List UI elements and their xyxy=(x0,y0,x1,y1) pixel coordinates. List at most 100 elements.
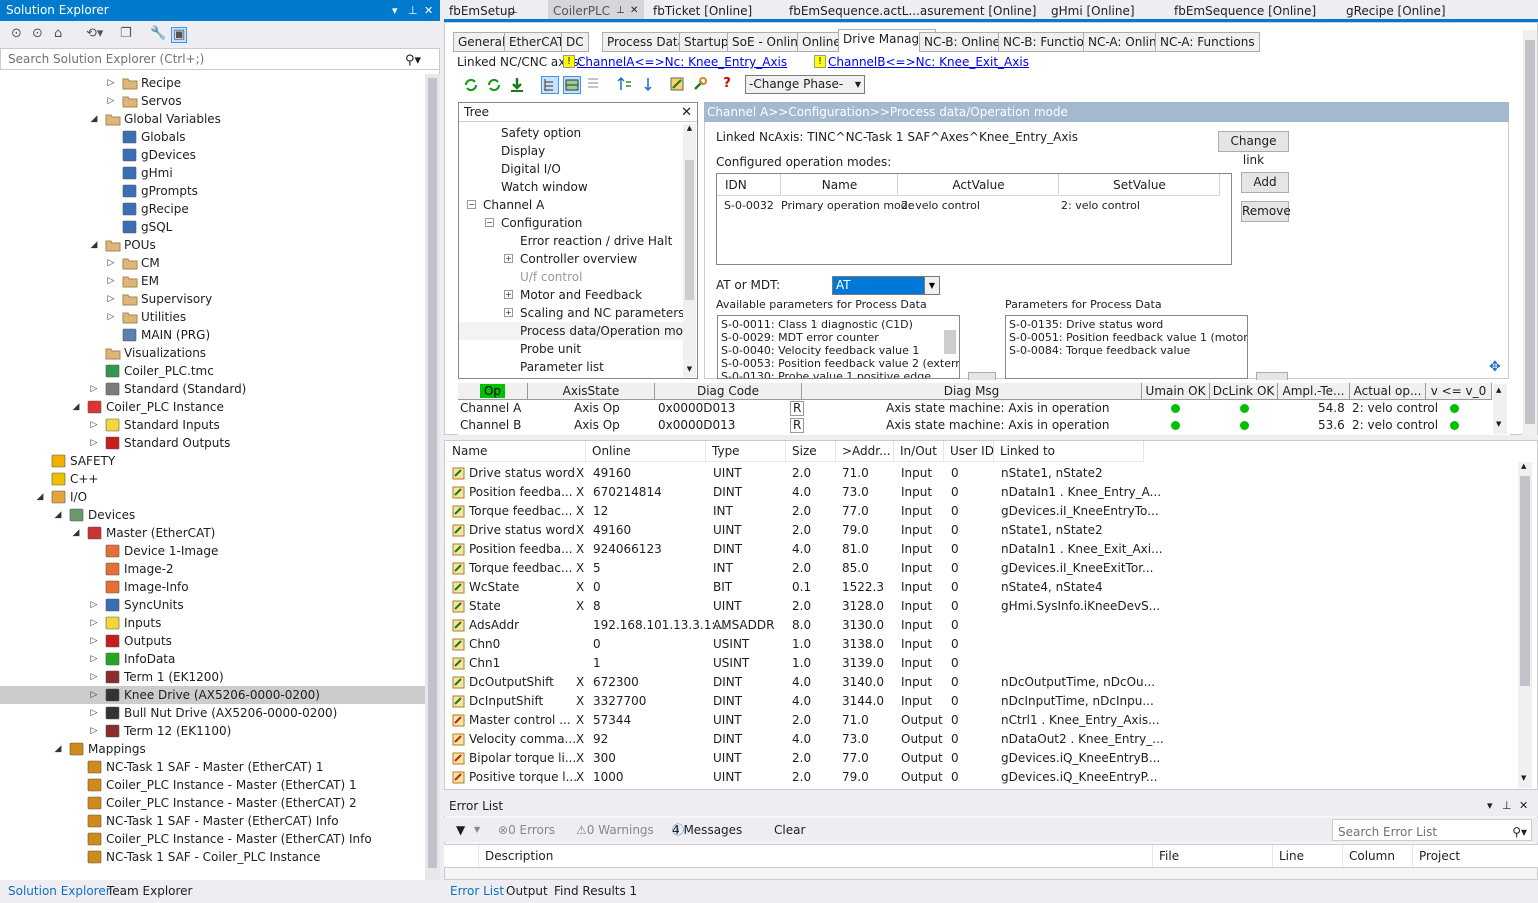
collapse-arrow-icon[interactable]: ◢ xyxy=(52,740,64,758)
tree-item[interactable]: ▷ Servos xyxy=(0,92,425,110)
column-header-column[interactable]: Column xyxy=(1342,845,1412,867)
op-cell-idn[interactable]: S-0-0032 xyxy=(724,197,774,215)
drive-tree-item[interactable]: Process data/Operation mode xyxy=(459,322,683,340)
column-header-v-le-v0[interactable]: v <= v_0 xyxy=(1426,383,1492,400)
column-header-umain-ok[interactable]: Umain OK xyxy=(1142,383,1210,400)
drive-tree-item[interactable]: Parameter list xyxy=(459,358,683,376)
tree-item[interactable]: gRecipe xyxy=(0,200,425,218)
drive-tree-item[interactable]: Probe unit xyxy=(459,340,683,358)
drive-tree-item[interactable]: Digital I/O xyxy=(459,160,683,178)
scrollbar-thumb[interactable] xyxy=(1525,40,1535,424)
pd-param-item[interactable]: S-0-0051: Position feedback value 1 (mot… xyxy=(1009,331,1247,344)
tree-item[interactable]: Coiler_PLC Instance - Master (EtherCAT) … xyxy=(0,830,425,848)
column-header-addr[interactable]: >Addr... xyxy=(836,441,894,462)
tree-item[interactable]: NC-Task 1 SAF - Coiler_PLC Instance xyxy=(0,848,425,866)
scroll-down-icon[interactable]: ▼ xyxy=(1496,420,1501,428)
tree-item[interactable]: Coiler_PLC Instance - Master (EtherCAT) … xyxy=(0,776,425,794)
download-icon[interactable] xyxy=(508,76,526,94)
window-position-dropdown-icon[interactable]: ▾ xyxy=(392,0,398,21)
table-row[interactable]: Bipolar torque li... X 300 UINT 2.0 77.0 Outpu… xyxy=(446,749,1516,768)
column-header-name[interactable]: Name xyxy=(446,441,586,462)
search-icon[interactable]: ⚲▾ xyxy=(1512,820,1527,844)
tree-item[interactable]: ◢ Coiler_PLC Instance xyxy=(0,398,425,416)
tree-item[interactable]: ▷ Knee Drive (AX5206-0000-0200) xyxy=(0,686,425,704)
column-header-user-id[interactable]: User ID xyxy=(944,441,994,462)
column-header-type[interactable]: Type xyxy=(706,441,786,462)
collapse-all-icon[interactable]: ❐ xyxy=(120,27,132,41)
scroll-down-icon[interactable]: ▼ xyxy=(1521,774,1526,782)
table-row[interactable]: Torque feedbac... X 5 INT 2.0 85.0 Input 0 gDevi… xyxy=(446,559,1516,578)
expand-arrow-icon[interactable]: ▷ xyxy=(88,416,100,434)
expand-arrow-icon[interactable]: ▷ xyxy=(88,722,100,740)
tree-item[interactable]: Coiler_PLC.tmc xyxy=(0,362,425,380)
tree-scrollbar[interactable]: ▲ ▼ xyxy=(683,124,696,377)
tab-output[interactable]: Output xyxy=(506,880,548,903)
table-row[interactable]: DcInputShift X 3327700 DINT 4.0 3144.0 Input 0 n… xyxy=(446,692,1516,711)
home-icon[interactable]: ⌂ xyxy=(54,27,62,41)
collapse-arrow-icon[interactable]: ◢ xyxy=(70,524,82,542)
tree-item[interactable]: NC-Task 1 SAF - Master (EtherCAT) 1 xyxy=(0,758,425,776)
tree-item[interactable]: ▷ Standard Outputs xyxy=(0,434,425,452)
close-icon[interactable]: ✕ xyxy=(1519,796,1528,816)
tree-item[interactable]: ▷ Recipe xyxy=(0,74,425,92)
close-icon[interactable]: ✕ xyxy=(681,103,692,122)
tab-general[interactable]: General xyxy=(453,32,511,52)
available-params-scrollbar[interactable] xyxy=(944,330,956,354)
tree-item[interactable]: gSQL xyxy=(0,218,425,236)
expand-arrow-icon[interactable]: ▷ xyxy=(88,668,100,686)
expand-icon[interactable]: + xyxy=(504,254,513,263)
tree-item[interactable]: Visualizations xyxy=(0,344,425,362)
tree-item[interactable]: SAFETY xyxy=(0,452,425,470)
axis-cell-flag[interactable]: R xyxy=(790,401,805,416)
expand-icon[interactable]: + xyxy=(504,308,513,317)
table-row[interactable]: Chn1 1 USINT 1.0 3139.0 Input 0 xyxy=(446,654,1516,673)
table-row[interactable]: Position feedba... X 924066123 DINT 4.0 81.0 I… xyxy=(446,540,1516,559)
expand-arrow-icon[interactable]: ▷ xyxy=(88,614,100,632)
table-row[interactable]: WcState X 0 BIT 0.1 1522.3 Input 0 nState4, nSta… xyxy=(446,578,1516,597)
op-cell-name[interactable]: Primary operation mode xyxy=(781,197,915,215)
search-icon[interactable]: ⚲▾ xyxy=(405,51,421,71)
tree-item[interactable]: gDevices xyxy=(0,146,425,164)
pin-icon[interactable]: ⊥ xyxy=(408,0,418,21)
drive-tree-item[interactable]: Display xyxy=(459,142,683,160)
tree-item[interactable]: Image-2 xyxy=(0,560,425,578)
collapse-icon[interactable]: − xyxy=(467,200,476,209)
clear-button[interactable]: Clear xyxy=(774,818,805,842)
add-button[interactable]: Add xyxy=(1241,172,1289,193)
chevron-down-icon[interactable]: ▼ xyxy=(474,818,480,842)
table-row[interactable]: Drive status word X 49160 UINT 2.0 71.0 Input 0… xyxy=(446,464,1516,483)
tab-dc[interactable]: DC xyxy=(561,32,589,52)
column-header-op[interactable]: Op xyxy=(458,383,528,400)
table-row[interactable]: AdsAddr 192.168.101.13.3.1:... AMSADDR 8.0 3… xyxy=(446,616,1516,635)
reload-icon[interactable] xyxy=(485,76,503,94)
preview-icon[interactable]: ▣ xyxy=(171,27,188,43)
list-view-icon[interactable] xyxy=(585,76,603,94)
column-header-name[interactable]: Name xyxy=(782,174,898,196)
warnings-filter-button[interactable]: ⚠ 0 Warnings xyxy=(576,818,654,842)
collapse-arrow-icon[interactable]: ◢ xyxy=(52,506,64,524)
expand-arrow-icon[interactable]: ▷ xyxy=(88,686,100,704)
tab-startup[interactable]: Startup xyxy=(679,32,734,52)
available-param-item[interactable]: S-0-0011: Class 1 diagnostic (C1D) xyxy=(721,318,956,331)
change-link-button[interactable]: Change link xyxy=(1218,131,1289,167)
column-header-setvalue[interactable]: SetValue xyxy=(1060,174,1220,196)
tree-item[interactable]: MAIN (PRG) xyxy=(0,326,425,344)
tree-item[interactable]: gPrompts xyxy=(0,182,425,200)
drive-tree-item[interactable]: Safety option xyxy=(459,124,683,142)
expand-arrow-icon[interactable]: ▷ xyxy=(105,74,117,92)
close-icon[interactable]: ✕ xyxy=(424,0,433,21)
tree-item[interactable]: gHmi xyxy=(0,164,425,182)
tree-item[interactable]: ▷ Bull Nut Drive (AX5206-0000-0200) xyxy=(0,704,425,722)
channel-b-link[interactable]: ChannelB<=>Nc: Knee_Exit_Axis xyxy=(828,53,1029,71)
column-header-online[interactable]: Online xyxy=(586,441,706,462)
expand-arrow-icon[interactable]: ▷ xyxy=(105,254,117,272)
tree-item[interactable]: C++ xyxy=(0,470,425,488)
move-param-right-button[interactable] xyxy=(968,372,996,380)
at-mdt-select[interactable]: AT ▼ xyxy=(832,276,940,295)
solution-explorer-search-input[interactable]: Search Solution Explorer (Ctrl+;) ⚲▾ xyxy=(0,48,440,70)
tree-item[interactable]: ▷ Term 1 (EK1200) xyxy=(0,668,425,686)
tree-item[interactable]: ▷ SyncUnits xyxy=(0,596,425,614)
tab-nc-b-online[interactable]: NC-B: Online xyxy=(919,32,1006,52)
expand-arrow-icon[interactable]: ▷ xyxy=(105,290,117,308)
sort-descending-icon[interactable] xyxy=(639,76,657,94)
